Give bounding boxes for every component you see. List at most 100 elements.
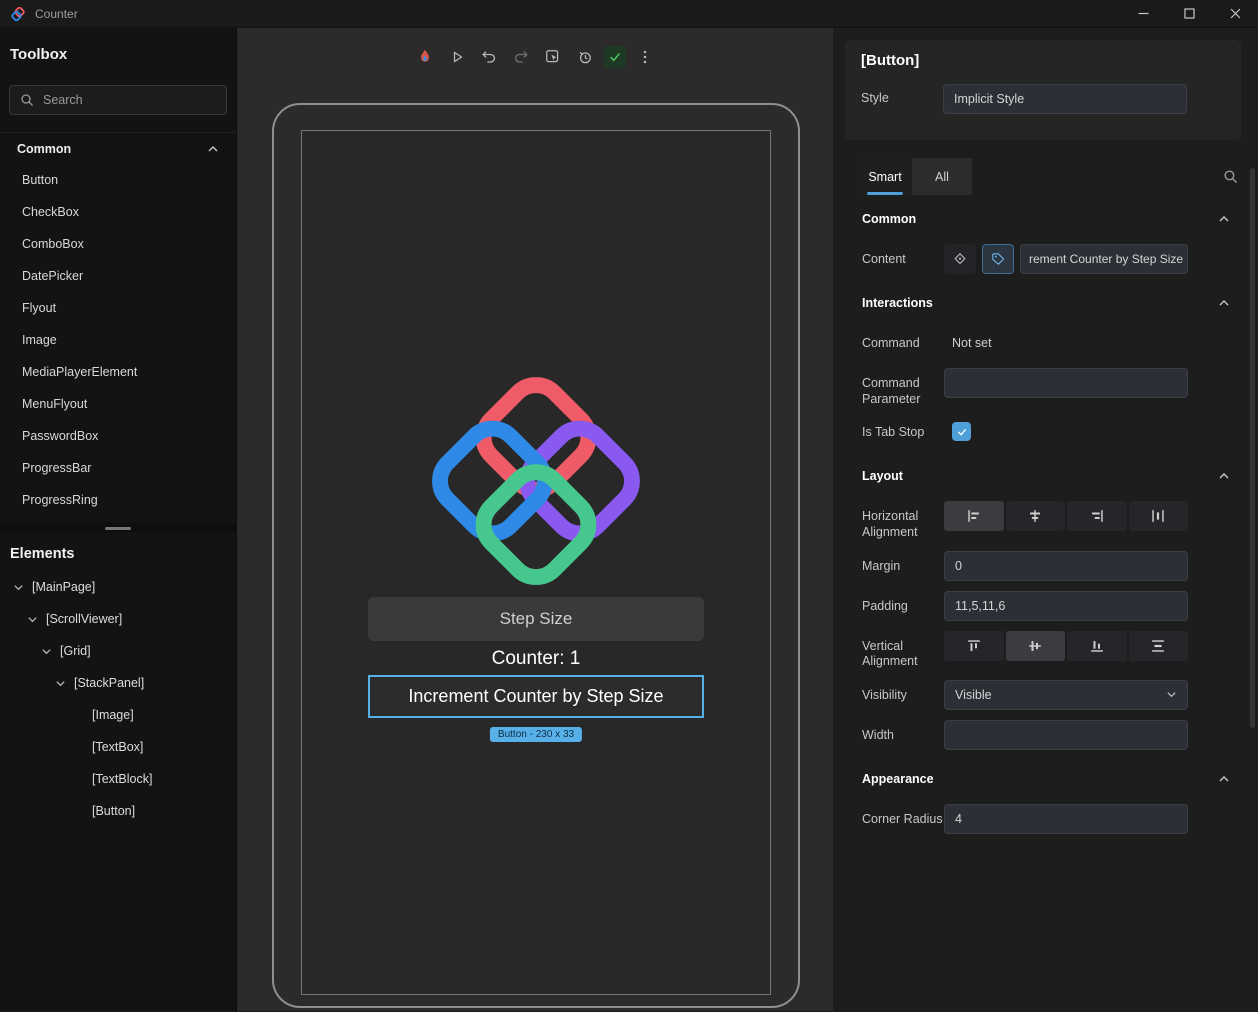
command-parameter-label: Command Parameter [862,376,921,406]
halign-left-button[interactable] [944,501,1004,532]
tree-item-label: [TextBlock] [92,772,153,786]
padding-input[interactable]: 11,5,11,6 [944,590,1188,621]
toolbox-item-progressbar[interactable]: ProgressBar [0,452,236,484]
active-tab-indicator [867,192,903,195]
toolbox-item-combobox[interactable]: ComboBox [0,228,236,260]
tree-item-grid[interactable]: [Grid] [0,635,236,667]
content-value-input[interactable]: rement Counter by Step Size [1020,244,1188,274]
toolbox-search-input[interactable]: Search [9,85,227,115]
toolbox-section-common[interactable]: Common [0,132,236,164]
toolbox-item-passwordbox[interactable]: PasswordBox [0,420,236,452]
tree-item-button[interactable]: [Button] [0,795,236,827]
width-input[interactable] [944,719,1188,750]
tree-item-image[interactable]: [Image] [0,699,236,731]
halign-center-button[interactable] [1005,501,1065,532]
panel-splitter[interactable] [0,523,236,533]
device-screen[interactable]: Step Size Counter: 1 Increment Counter b… [301,130,771,995]
binding-source-icon[interactable] [944,244,976,274]
margin-label: Margin [862,558,901,573]
halign-stretch-button[interactable] [1128,501,1188,532]
vertical-alignment-label: Vertical Alignment [862,638,918,669]
toolbox-item-list: Button CheckBox ComboBox DatePicker Flyo… [0,164,236,516]
chevron-down-icon[interactable] [38,643,54,659]
align-right-icon [1091,510,1103,523]
more-options-icon[interactable] [632,44,658,70]
tree-item-textbox[interactable]: [TextBox] [0,731,236,763]
valign-bottom-button[interactable] [1067,630,1127,661]
search-placeholder: Search [43,93,83,107]
diagnostics-check-icon[interactable] [604,46,626,68]
visibility-row: Visibility Visible [833,679,1258,710]
corner-radius-input[interactable]: 4 [944,803,1188,834]
tree-item-textblock[interactable]: [TextBlock] [0,763,236,795]
command-parameter-row: Command Parameter [833,368,1258,407]
command-parameter-input[interactable] [944,368,1188,398]
toolbox-item-menuflyout[interactable]: MenuFlyout [0,388,236,420]
toolbox-item-image[interactable]: Image [0,324,236,356]
is-tab-stop-checkbox[interactable] [952,422,971,442]
property-sections: Common Content rement Counter by Step Si… [833,204,1258,834]
style-input[interactable]: Implicit Style [943,84,1187,114]
section-appearance-title: Appearance [862,771,934,786]
history-icon[interactable] [572,44,598,70]
valign-top-button[interactable] [944,630,1004,661]
chevron-down-icon[interactable] [52,675,68,691]
valign-center-button[interactable] [1005,630,1065,661]
toolbox-item-mediaplayerelement[interactable]: MediaPlayerElement [0,356,236,388]
toolbox-item-checkbox[interactable]: CheckBox [0,196,236,228]
section-common[interactable]: Common [833,204,1258,234]
minimize-button[interactable] [1120,0,1166,27]
toolbox-item-progressring[interactable]: ProgressRing [0,484,236,516]
toolbox-item-button[interactable]: Button [0,164,236,196]
search-icon [20,93,34,107]
tree-item-label: [Button] [92,804,136,818]
align-left-icon [968,510,979,523]
literal-tag-icon[interactable] [982,244,1014,274]
undo-icon[interactable] [476,44,502,70]
properties-panel: [Button] Style Implicit Style Smart All [833,28,1258,1011]
selection-size-badge: Button - 230 x 33 [489,727,583,742]
chevron-down-icon[interactable] [10,579,26,595]
corner-radius-row: Corner Radius 4 [833,803,1258,834]
visibility-dropdown[interactable]: Visible [944,679,1188,710]
redo-icon[interactable] [508,44,534,70]
tab-smart[interactable]: Smart [858,158,912,195]
element-picker-icon[interactable] [540,44,566,70]
halign-right-button[interactable] [1067,501,1127,532]
tab-smart-label: Smart [868,169,902,184]
play-icon[interactable] [444,44,470,70]
padding-row: Padding 11,5,11,6 [833,590,1258,621]
selected-element-title: [Button] [861,52,920,69]
selected-element-card: [Button] Style Implicit Style [845,40,1241,140]
panel-scrollbar[interactable] [1250,168,1255,728]
valign-stretch-button[interactable] [1128,630,1188,661]
elements-tree: [MainPage] [ScrollViewer] [Grid] [StackP… [0,571,236,827]
maximize-button[interactable] [1166,0,1212,27]
tree-item-label: [ScrollViewer] [46,612,123,626]
hot-reload-flame-icon[interactable] [412,44,438,70]
section-appearance[interactable]: Appearance [833,764,1258,794]
tree-item-stackpanel[interactable]: [StackPanel] [0,667,236,699]
design-canvas[interactable]: Step Size Counter: 1 Increment Counter b… [237,28,850,1011]
chevron-down-icon[interactable] [24,611,40,627]
toolbox-item-datepicker[interactable]: DatePicker [0,260,236,292]
app-logo-image[interactable] [427,374,645,592]
tab-all[interactable]: All [912,158,972,195]
tree-item-scrollviewer[interactable]: [ScrollViewer] [0,603,236,635]
content-row: Content rement Counter by Step Size [833,244,1258,274]
properties-search-icon[interactable] [1223,169,1238,184]
command-value[interactable]: Not set [944,328,992,350]
step-size-textbox[interactable]: Step Size [368,597,704,641]
increment-counter-button[interactable]: Increment Counter by Step Size [368,675,704,718]
section-interactions[interactable]: Interactions [833,288,1258,318]
margin-input[interactable]: 0 [944,550,1188,581]
tree-item-mainpage[interactable]: [MainPage] [0,571,236,603]
close-button[interactable] [1212,0,1258,27]
vertical-alignment-row: Vertical Alignment [833,630,1258,670]
app-logo-icon [10,6,26,22]
section-layout[interactable]: Layout [833,461,1258,491]
counter-textblock[interactable]: Counter: 1 [302,648,770,670]
toolbox-item-flyout[interactable]: Flyout [0,292,236,324]
